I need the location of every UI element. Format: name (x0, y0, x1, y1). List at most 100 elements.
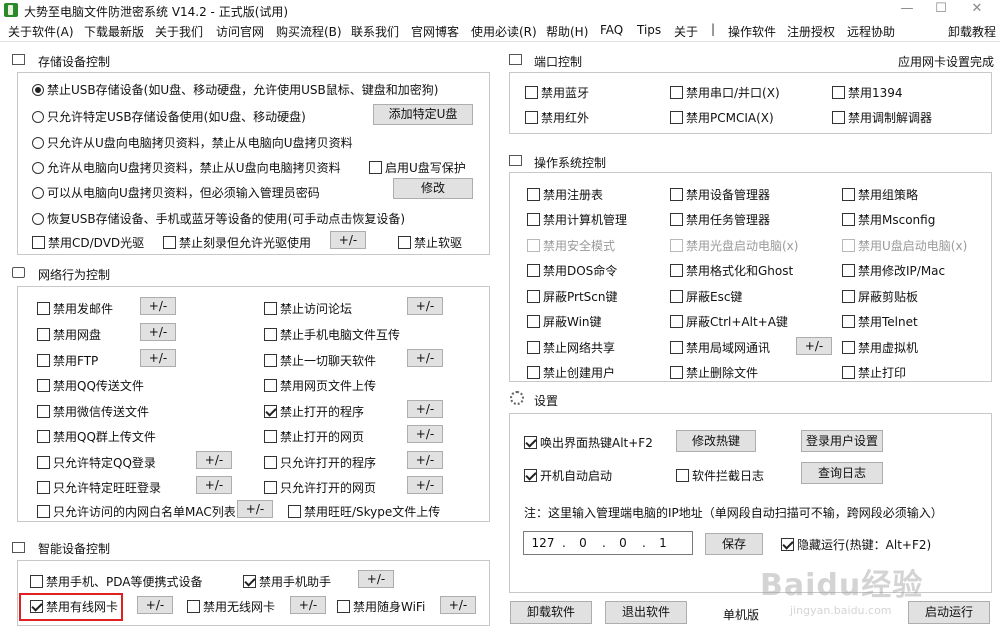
checkbox[interactable] (37, 328, 50, 341)
os-item-17[interactable]: 禁用Telnet (842, 313, 918, 330)
smart-item-phone-assistant[interactable]: 禁用手机助手 (243, 573, 331, 590)
network-right-item-0[interactable]: 禁止访问论坛 (264, 300, 352, 317)
os-item-13[interactable]: 屏蔽Esc键 (670, 288, 742, 305)
checkbox[interactable] (842, 341, 855, 354)
checkbox[interactable] (264, 328, 277, 341)
disable-cd-checkbox[interactable]: 禁用CD/DVD光驱 (32, 234, 144, 251)
network-right-pm-button-7[interactable]: +/- (407, 476, 443, 494)
os-item-10[interactable]: 禁用格式化和Ghost (670, 262, 793, 279)
radio-button[interactable] (32, 187, 44, 199)
burn-pm-button[interactable]: +/- (330, 231, 366, 249)
network-left-pm-button-6[interactable]: +/- (196, 451, 232, 469)
storage-option-restore[interactable]: 恢复USB存储设备、手机或蓝牙等设备的使用(可手动点击恢复设备) (32, 210, 405, 227)
wireless-nic-pm-button[interactable]: +/- (290, 596, 326, 614)
checkbox[interactable] (264, 481, 277, 494)
checkbox[interactable] (832, 86, 845, 99)
os-item-14[interactable]: 屏蔽剪贴板 (842, 288, 918, 305)
os-item-0[interactable]: 禁用注册表 (527, 186, 603, 203)
add-specific-udisk-button[interactable]: 添加特定U盘 (373, 104, 473, 125)
os-item-16[interactable]: 屏蔽Ctrl+Alt+A键 (670, 313, 788, 330)
menu-must-read[interactable]: 使用必读(R) (471, 23, 537, 40)
menu-purchase-flow[interactable]: 购买流程(B) (276, 23, 342, 40)
query-log-button[interactable]: 查询日志 (801, 462, 883, 484)
checkbox[interactable] (264, 354, 277, 367)
os-item-18[interactable]: 禁止网络共享 (527, 339, 615, 356)
port-item-pcmcia[interactable]: 禁用PCMCIA(X) (670, 109, 774, 126)
autostart-checkbox[interactable]: 开机自动启动 (524, 467, 612, 484)
checkbox[interactable] (842, 315, 855, 328)
checkbox[interactable] (527, 188, 540, 201)
os-item-2[interactable]: 禁用组策略 (842, 186, 918, 203)
menu-official-site[interactable]: 访问官网 (216, 23, 264, 40)
checkbox[interactable] (37, 481, 50, 494)
radio-button[interactable] (32, 213, 44, 225)
checkbox[interactable] (527, 264, 540, 277)
os-item-4[interactable]: 禁用任务管理器 (670, 211, 770, 228)
network-left-item-7[interactable]: 只允许特定旺旺登录 (37, 479, 161, 496)
radio-button[interactable] (32, 111, 44, 123)
hotkey-checkbox[interactable]: 唤出界面热键Alt+F2 (524, 434, 653, 451)
checkbox[interactable] (842, 366, 855, 379)
menu-about-us[interactable]: 关于我们 (155, 23, 203, 40)
storage-option-block-usb[interactable]: 禁止USB存储设备(如U盘、移动硬盘，允许使用USB鼠标、键盘和加密狗) (32, 81, 438, 98)
checkbox[interactable] (781, 538, 794, 551)
menu-register[interactable]: 注册授权 (787, 23, 835, 40)
ip-address-input[interactable]: 127 . 0 . 0 . 1 (523, 531, 693, 555)
phone-assistant-pm-button[interactable]: +/- (358, 570, 394, 588)
login-user-settings-button[interactable]: 登录用户设置 (801, 430, 883, 452)
ip-octet-1[interactable]: 127 (528, 536, 558, 550)
portable-wifi-pm-button[interactable]: +/- (440, 596, 476, 614)
network-right-item-2[interactable]: 禁止一切聊天软件 (264, 352, 376, 369)
smart-item-portable-wifi[interactable]: 禁用随身WiFi (337, 598, 425, 615)
network-right-pm-button-2[interactable]: +/- (407, 349, 443, 367)
checkbox[interactable] (842, 290, 855, 303)
os-item-20[interactable]: 禁用虚拟机 (842, 339, 918, 356)
storage-option-admin-password[interactable]: 可以从电脑向U盘拷贝资料，但必须输入管理员密码 (32, 184, 320, 201)
checkbox[interactable] (676, 469, 689, 482)
checkbox[interactable] (670, 213, 683, 226)
network-left-item-5[interactable]: 禁用QQ群上传文件 (37, 428, 156, 445)
menu-about[interactable]: 关于 (674, 23, 698, 40)
checkbox[interactable] (670, 264, 683, 277)
checkbox[interactable] (37, 505, 50, 518)
network-left-item-1[interactable]: 禁用网盘 (37, 326, 101, 343)
disable-floppy-checkbox[interactable]: 禁止软驱 (398, 234, 462, 251)
checkbox[interactable] (670, 111, 683, 124)
os-item-15[interactable]: 屏蔽Win键 (527, 313, 602, 330)
network-right-pm-button-6[interactable]: +/- (407, 451, 443, 469)
disable-burn-checkbox[interactable]: 禁止刻录但允许光驱使用 (163, 234, 311, 251)
network-right-pm-button-0[interactable]: +/- (407, 297, 443, 315)
network-right-pm-button-4[interactable]: +/- (407, 400, 443, 418)
checkbox[interactable] (524, 436, 537, 449)
network-left-pm-button-2[interactable]: +/- (140, 349, 176, 367)
checkbox[interactable] (264, 405, 277, 418)
checkbox[interactable] (187, 600, 200, 613)
wired-nic-pm-button[interactable]: +/- (137, 596, 173, 614)
checkbox[interactable] (163, 236, 176, 249)
radio-button[interactable] (32, 137, 44, 149)
checkbox[interactable] (337, 600, 350, 613)
checkbox[interactable] (527, 341, 540, 354)
port-item-bluetooth[interactable]: 禁用蓝牙 (525, 84, 589, 101)
checkbox[interactable] (524, 469, 537, 482)
smart-item-portable-devices[interactable]: 禁用手机、PDA等便携式设备 (30, 573, 202, 590)
network-right-item-5[interactable]: 禁止打开的网页 (264, 428, 364, 445)
network-right-item-7[interactable]: 只允许打开的网页 (264, 479, 376, 496)
checkbox[interactable] (670, 341, 683, 354)
checkbox[interactable] (37, 354, 50, 367)
network-left-item-2[interactable]: 禁用FTP (37, 352, 98, 369)
os-item-9[interactable]: 禁用DOS命令 (527, 262, 617, 279)
storage-option-allow-specific[interactable]: 只允许特定USB存储设备使用(如U盘、移动硬盘) (32, 108, 306, 125)
menu-about-software[interactable]: 关于软件(A) (8, 23, 74, 40)
menu-blog[interactable]: 官网博客 (411, 23, 459, 40)
menu-tips[interactable]: Tips (637, 23, 661, 37)
ip-octet-3[interactable]: 0 (608, 536, 638, 550)
ip-octet-2[interactable]: 0 (568, 536, 598, 550)
checkbox[interactable] (264, 379, 277, 392)
ip-octet-4[interactable]: 1 (648, 536, 678, 550)
checkbox[interactable] (398, 236, 411, 249)
os-item-22[interactable]: 禁止删除文件 (670, 364, 758, 381)
checkbox[interactable] (670, 315, 683, 328)
network-right-item-1[interactable]: 禁止手机电脑文件互传 (264, 326, 400, 343)
network-left-pm-button-7[interactable]: +/- (196, 476, 232, 494)
